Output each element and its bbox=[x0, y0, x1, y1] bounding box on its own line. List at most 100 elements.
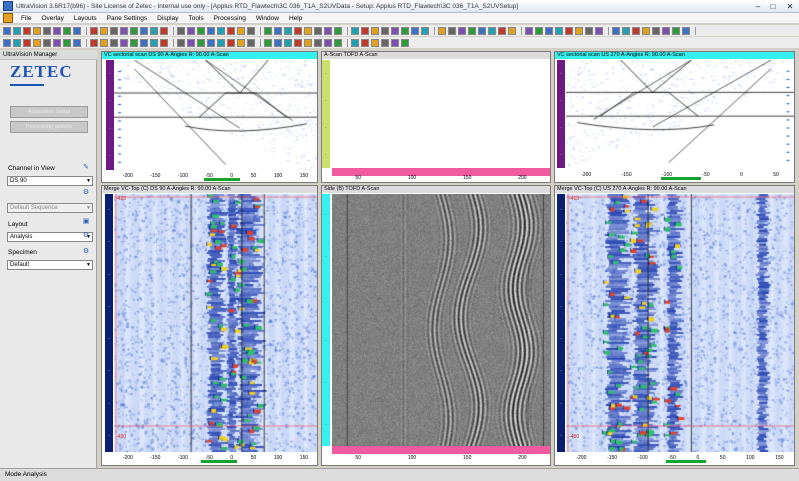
toolbar-tool-icon[interactable] bbox=[438, 26, 446, 35]
tofd-ascan-pane[interactable]: A-Scan TOFD A-Scan · · · · 50 100 150 200 bbox=[321, 51, 551, 183]
toolbar-tool-icon[interactable] bbox=[448, 26, 456, 35]
toolbar-tool-icon[interactable] bbox=[264, 26, 272, 35]
sectorial-scan-image[interactable] bbox=[566, 60, 794, 168]
side-bscan-tofd-pane[interactable]: Side (B) TOFD A-Scan · · · · · · 50 100 150 2… bbox=[321, 185, 551, 466]
gate-bar[interactable] bbox=[666, 460, 706, 463]
toolbar-tool-icon[interactable] bbox=[73, 26, 81, 35]
menu-overlay[interactable]: Overlay bbox=[36, 15, 68, 22]
channel-pin-icon[interactable]: ✎ bbox=[80, 163, 92, 173]
toolbar-tool-icon[interactable] bbox=[595, 26, 603, 35]
toolbar-tool-icon[interactable] bbox=[140, 38, 148, 47]
processing-options-button[interactable]: Processing options bbox=[10, 121, 88, 133]
menu-file[interactable]: File bbox=[16, 15, 36, 22]
layout-icon[interactable]: ▣ bbox=[80, 217, 92, 227]
toolbar-tool-icon[interactable] bbox=[90, 38, 98, 47]
cscan-image[interactable] bbox=[114, 194, 317, 452]
toolbar-tool-icon[interactable] bbox=[187, 38, 195, 47]
toolbar-tool-icon[interactable] bbox=[73, 38, 81, 47]
toolbar-tool-icon[interactable] bbox=[622, 26, 630, 35]
toolbar-tool-icon[interactable] bbox=[264, 38, 272, 47]
toolbar-tool-icon[interactable] bbox=[361, 26, 369, 35]
toolbar-tool-icon[interactable] bbox=[140, 26, 148, 35]
system-menu-icon[interactable] bbox=[3, 13, 13, 23]
toolbar-tool-icon[interactable] bbox=[334, 38, 342, 47]
toolbar-tool-icon[interactable] bbox=[682, 26, 690, 35]
toolbar-tool-icon[interactable] bbox=[478, 26, 486, 35]
bscan-image[interactable] bbox=[332, 194, 550, 446]
toolbar-tool-icon[interactable] bbox=[652, 26, 660, 35]
toolbar-tool-icon[interactable] bbox=[63, 26, 71, 35]
toolbar-tool-icon[interactable] bbox=[187, 26, 195, 35]
toolbar-tool-icon[interactable] bbox=[421, 26, 429, 35]
specimen-select[interactable]: Default ▼ bbox=[7, 260, 93, 270]
toolbar-tool-icon[interactable] bbox=[585, 26, 593, 35]
toolbar-tool-icon[interactable] bbox=[401, 26, 409, 35]
toolbar-tool-icon[interactable] bbox=[334, 26, 342, 35]
toolbar-tool-icon[interactable] bbox=[160, 38, 168, 47]
toolbar-tool-icon[interactable] bbox=[468, 26, 476, 35]
sectorial-scan-ds90-pane[interactable]: VC sectorial scan DS 90 A-Angles R: 90.0… bbox=[101, 51, 318, 183]
gate-bar[interactable] bbox=[204, 178, 240, 181]
merge-vc-top-us270-pane[interactable]: Merge VC-Top (C) US 270 A-Angles R: 90.0… bbox=[554, 185, 795, 466]
toolbar-tool-icon[interactable] bbox=[13, 38, 21, 47]
toolbar-tool-icon[interactable] bbox=[391, 38, 399, 47]
toolbar-tool-icon[interactable] bbox=[43, 38, 51, 47]
toolbar-tool-icon[interactable] bbox=[391, 26, 399, 35]
menu-layouts[interactable]: Layouts bbox=[69, 15, 102, 22]
menu-window[interactable]: Window bbox=[251, 15, 284, 22]
toolbar-tool-icon[interactable] bbox=[53, 38, 61, 47]
toolbar-tool-icon[interactable] bbox=[217, 26, 225, 35]
toolbar-tool-icon[interactable] bbox=[662, 26, 670, 35]
toolbar-tool-icon[interactable] bbox=[110, 38, 118, 47]
toolbar-tool-icon[interactable] bbox=[120, 38, 128, 47]
toolbar-tool-icon[interactable] bbox=[197, 26, 205, 35]
sequence-select[interactable]: Default Sequence ▼ bbox=[7, 203, 93, 213]
toolbar-tool-icon[interactable] bbox=[53, 26, 61, 35]
toolbar-tool-icon[interactable] bbox=[227, 38, 235, 47]
toolbar-tool-icon[interactable] bbox=[177, 38, 185, 47]
gate-bar[interactable] bbox=[201, 460, 237, 463]
toolbar-tool-icon[interactable] bbox=[294, 26, 302, 35]
toolbar-tool-icon[interactable] bbox=[575, 26, 583, 35]
toolbar-tool-icon[interactable] bbox=[458, 26, 466, 35]
menu-processing[interactable]: Processing bbox=[209, 15, 251, 22]
toolbar-tool-icon[interactable] bbox=[237, 26, 245, 35]
gate-bar[interactable] bbox=[661, 177, 701, 180]
toolbar-tool-icon[interactable] bbox=[411, 26, 419, 35]
channel-select[interactable]: DS 90 ▼ bbox=[7, 176, 93, 186]
toolbar-tool-icon[interactable] bbox=[632, 26, 640, 35]
toolbar-tool-icon[interactable] bbox=[284, 26, 292, 35]
toolbar-tool-icon[interactable] bbox=[110, 26, 118, 35]
toolbar-tool-icon[interactable] bbox=[23, 26, 31, 35]
toolbar-tool-icon[interactable] bbox=[227, 26, 235, 35]
toolbar-tool-icon[interactable] bbox=[3, 26, 11, 35]
toolbar-tool-icon[interactable] bbox=[488, 26, 496, 35]
toolbar-tool-icon[interactable] bbox=[381, 26, 389, 35]
toolbar-tool-icon[interactable] bbox=[197, 38, 205, 47]
toolbar-tool-icon[interactable] bbox=[63, 38, 71, 47]
toolbar-tool-icon[interactable] bbox=[314, 38, 322, 47]
toolbar-tool-icon[interactable] bbox=[361, 38, 369, 47]
toolbar-tool-icon[interactable] bbox=[294, 38, 302, 47]
channel-settings-icon[interactable]: ⚙ bbox=[80, 188, 92, 198]
close-button[interactable]: ✕ bbox=[781, 1, 799, 11]
menu-display[interactable]: Display bbox=[152, 15, 183, 22]
toolbar-tool-icon[interactable] bbox=[371, 26, 379, 35]
toolbar-tool-icon[interactable] bbox=[565, 26, 573, 35]
sectorial-scan-us270-pane[interactable]: VC sectorial scan US 270 A-Angles R: 90.… bbox=[554, 51, 795, 183]
acquisition-setup-button[interactable]: Acquisition Setup bbox=[10, 106, 88, 118]
maximize-button[interactable]: □ bbox=[766, 1, 780, 11]
toolbar-tool-icon[interactable] bbox=[247, 38, 255, 47]
toolbar-tool-icon[interactable] bbox=[642, 26, 650, 35]
minimize-button[interactable]: – bbox=[751, 1, 765, 11]
toolbar-tool-icon[interactable] bbox=[33, 26, 41, 35]
toolbar-tool-icon[interactable] bbox=[304, 38, 312, 47]
toolbar-tool-icon[interactable] bbox=[401, 38, 409, 47]
toolbar-tool-icon[interactable] bbox=[672, 26, 680, 35]
cscan-image[interactable] bbox=[566, 194, 794, 452]
toolbar-tool-icon[interactable] bbox=[555, 26, 563, 35]
toolbar-tool-icon[interactable] bbox=[150, 38, 158, 47]
toolbar-tool-icon[interactable] bbox=[23, 38, 31, 47]
toolbar-tool-icon[interactable] bbox=[120, 26, 128, 35]
toolbar-tool-icon[interactable] bbox=[13, 26, 21, 35]
